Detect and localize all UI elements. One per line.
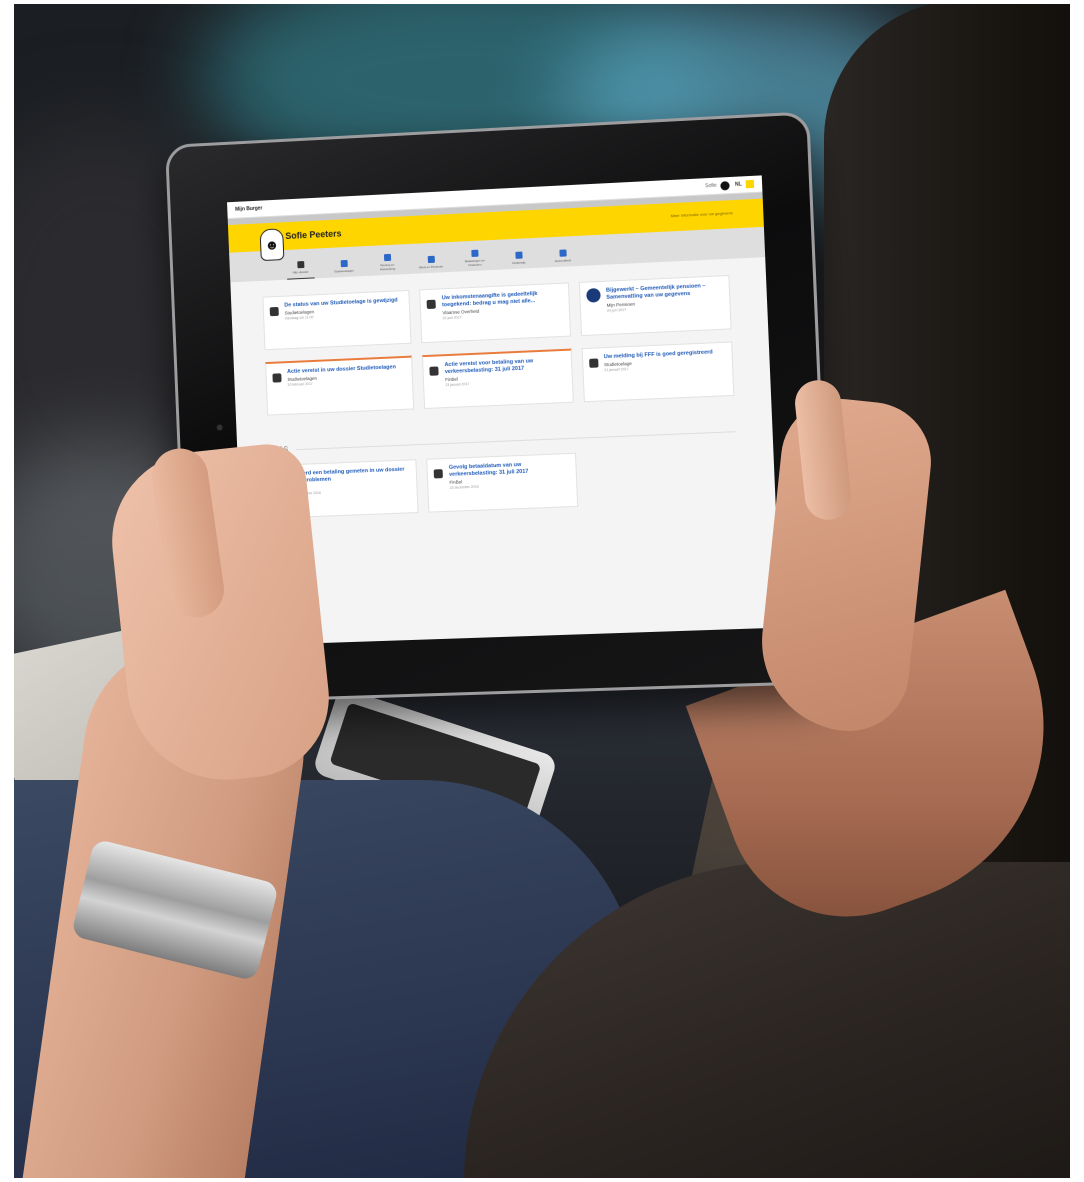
nav-label: Onderwijs [512,259,526,265]
notifications-grid: De status van uw Studietoelage is gewijz… [262,274,735,416]
avatar-icon[interactable] [720,180,731,191]
nav-item[interactable]: Studietoelagen [330,259,358,278]
nav-label: Belastingen en Financien [464,258,485,267]
nav-label: Werk en Pensioen [418,263,444,269]
main-content: De status van uw Studietoelage is gewijz… [230,257,775,520]
graduation-icon [514,251,523,259]
nav-item[interactable]: Mijn dossier [286,260,315,280]
notification-card[interactable]: Actie vereist voor betaling van uw verke… [422,348,574,409]
tray-icon [272,373,282,383]
notification-card[interactable]: Gevolg betaaldatum van uw verkeersbelast… [426,452,578,513]
card-body: Uw inkomstenaangifte is gedeeltelijk toe… [442,290,564,337]
notification-card[interactable]: Uw inkomstenaangifte is gedeeltelijk toe… [419,282,571,344]
tray-icon [269,306,279,317]
notification-card[interactable]: Actie vereist in uw dossier Studietoelag… [265,355,415,416]
doc-icon [429,366,439,376]
user-name[interactable]: Sofie [705,183,717,190]
nav-item[interactable]: Onderwijs [504,251,533,270]
nav-label: Woning en Huisvesting [379,262,396,271]
doc-icon [433,469,444,479]
notification-card[interactable]: Bijgewerkt – Gemeentelijk pensioen – Sam… [578,274,732,337]
card-body: Bijgewerkt – Gemeentelijk pensioen – Sam… [606,282,724,330]
nav-label: Mijn dossier [292,269,309,274]
profile-avatar-icon: ☻ [259,228,285,262]
card-body: Uw melding bij FFF is goed geregistreerd… [604,349,715,396]
card-body: Gevolg betaaldatum van uw verkeersbelast… [449,460,571,507]
health-icon [558,248,567,257]
nav-item[interactable]: Belastingen en Financien [460,249,489,271]
divider-line [296,430,736,450]
house-icon [383,253,391,262]
menu-icon[interactable] [745,179,755,189]
document-icon [470,249,479,258]
card-body: Actie vereist in uw dossier Studietoelag… [287,364,398,409]
profile-name: Sofie Peeters [285,228,342,242]
card-body: Actie vereist voor betaling van uw verke… [444,357,566,403]
person-icon [296,260,304,268]
card-body: De status van uw Studietoelage is gewijz… [284,297,399,344]
round-logo-icon [585,288,601,303]
bell-icon [588,358,599,368]
nav-item[interactable]: Woning en Huisvesting [373,253,402,275]
card-body: Er werd een betaling gemeten in uw dossi… [291,466,412,512]
nav-label: Gezondheid [554,257,572,263]
notification-card[interactable]: De status van uw Studietoelage is gewijz… [262,289,412,351]
nav-item[interactable]: Werk en Pensioen [417,255,446,274]
nav-item[interactable]: Gezondheid [548,248,577,267]
tray-icon [426,299,437,310]
car-icon [340,259,348,267]
language-selector[interactable]: NL [735,181,742,187]
camera-icon [216,424,223,431]
info-link[interactable]: Meer informatie over uw gegevens [670,210,732,218]
briefcase-icon [427,255,435,263]
nav-label: Studietoelagen [334,268,354,273]
notification-card[interactable]: Uw melding bij FFF is goed geregistreerd… [581,341,735,403]
notifications-grid-2016: Er werd een betaling gemeten in uw dossi… [269,446,738,519]
